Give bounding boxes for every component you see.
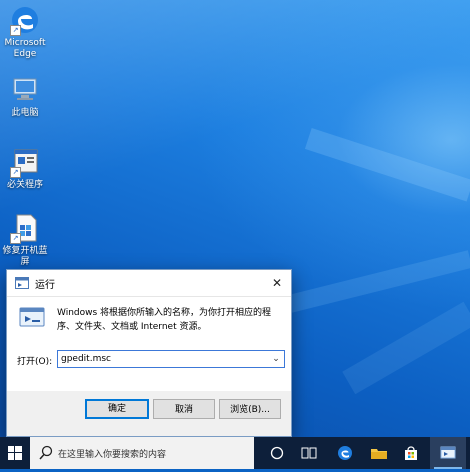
- desktop-icon-label: Microsoft Edge: [4, 38, 46, 59]
- timeline-icon: [301, 447, 317, 459]
- taskbar-file-explorer-button[interactable]: [364, 437, 394, 469]
- desktop-icon-label: 此电脑: [11, 108, 39, 118]
- desktop-icon-label: 修复开机蓝屏: [2, 246, 48, 267]
- task-view-multi-button[interactable]: [294, 437, 324, 469]
- file-explorer-icon: [371, 449, 387, 459]
- computer-icon: [9, 74, 41, 106]
- taskbar-store-button[interactable]: [396, 437, 426, 469]
- edge-icon: [338, 446, 352, 460]
- search-placeholder: 在这里输入你要搜索的内容: [58, 450, 167, 460]
- search-icon: [39, 445, 53, 460]
- dialog-title: 运行: [35, 280, 55, 291]
- run-app-icon: [15, 277, 29, 289]
- dialog-description: Windows 将根据你所输入的名称，为你打开相应的程序、文件夹、文档或 Int…: [57, 308, 272, 332]
- browse-button[interactable]: 浏览(B)...: [219, 399, 281, 419]
- taskbar-edge-button[interactable]: [330, 437, 360, 469]
- dialog-titlebar[interactable]: 运行 ✕: [7, 270, 291, 297]
- run-dialog: 运行 ✕ Windows 将根据你所输入的名称，为你打开相应的程序、文件夹、文档…: [6, 269, 292, 437]
- program-icon: ↗: [9, 146, 41, 178]
- repair-icon: ↗: [9, 212, 41, 244]
- ok-button[interactable]: 确定: [85, 399, 149, 419]
- open-label: 打开(O):: [17, 357, 53, 367]
- open-combobox[interactable]: gpedit.msc ⌄: [57, 350, 285, 368]
- light-beam: [283, 250, 470, 314]
- desktop-icon-program[interactable]: ↗ 必关程序: [0, 146, 50, 191]
- close-button[interactable]: ✕: [263, 270, 291, 296]
- desktop-icon-label: 必关程序: [6, 180, 43, 190]
- taskbar-search-box[interactable]: 在这里输入你要搜索的内容: [30, 437, 254, 469]
- edge-icon: ↗: [9, 4, 41, 36]
- task-view-button[interactable]: [262, 437, 292, 469]
- run-icon: [440, 446, 456, 459]
- light-beam: [342, 301, 470, 395]
- desktop-icon-edge[interactable]: ↗ Microsoft Edge: [0, 4, 50, 60]
- desktop-icon-this-pc[interactable]: 此电脑: [0, 74, 50, 119]
- open-input-value[interactable]: gpedit.msc: [61, 351, 111, 367]
- start-button[interactable]: [0, 437, 30, 469]
- store-icon: [405, 446, 417, 460]
- light-beam: [304, 128, 470, 202]
- taskbar: 在这里输入你要搜索的内容: [0, 437, 470, 469]
- chevron-down-icon[interactable]: ⌄: [270, 351, 282, 367]
- desktop-icon-repair[interactable]: ↗ 修复开机蓝屏: [0, 212, 50, 268]
- run-icon: [19, 307, 45, 327]
- windows-logo-icon: [8, 446, 22, 460]
- taskbar-run-button[interactable]: [430, 437, 466, 469]
- cancel-button[interactable]: 取消: [153, 399, 215, 419]
- task-view-icon: [270, 446, 284, 460]
